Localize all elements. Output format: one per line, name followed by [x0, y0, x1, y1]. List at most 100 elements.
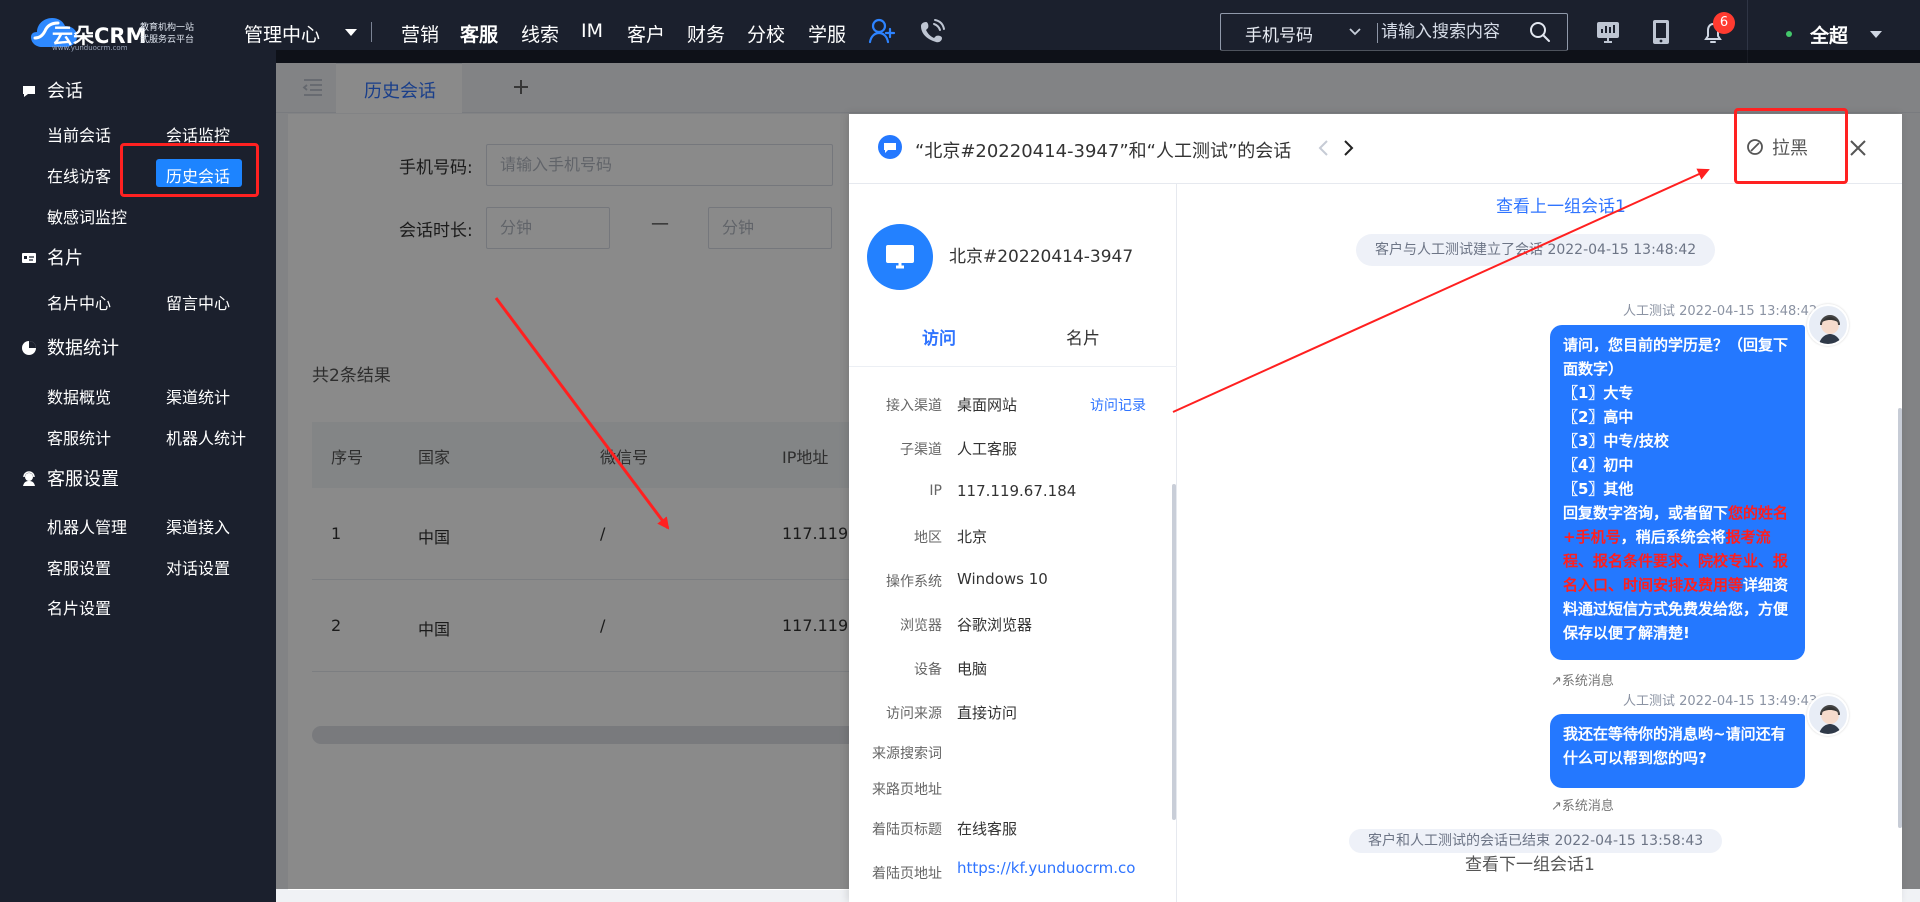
info-value: 117.119.67.184	[957, 482, 1077, 500]
global-search[interactable]: 手机号码	[1220, 13, 1568, 51]
next-session-link[interactable]: 查看下一组会话1	[1465, 850, 1595, 875]
service-icon	[23, 471, 35, 486]
user-menu[interactable]: 全超	[1810, 21, 1848, 48]
tab-visit[interactable]: 访问	[922, 324, 956, 349]
chat-icon	[23, 86, 35, 97]
sidebar-item-current-chat[interactable]: 当前会话	[47, 122, 111, 146]
online-status-icon	[1786, 31, 1792, 37]
info-value: 北京	[957, 528, 988, 546]
highlight-box	[1734, 108, 1848, 184]
info-value: 人工客服	[957, 440, 1018, 458]
sidebar-item-agent-stats[interactable]: 客服统计	[47, 425, 111, 449]
info-label: 接入渠道	[886, 398, 942, 414]
brand-slogan: 教育机构一站 式服务云平台	[140, 23, 195, 45]
brand-logo[interactable]: 云朵CRM 教育机构一站 式服务云平台 www.yunduocrm.com	[28, 10, 208, 54]
sidebar-item-dialog-settings[interactable]: 对话设置	[166, 555, 230, 579]
chevron-down-icon[interactable]	[1347, 23, 1363, 39]
visitor-avatar	[867, 224, 933, 290]
sidebar-item-online-visitors[interactable]: 在线访客	[47, 163, 111, 187]
message-meta: 人工测试 2022-04-15 13:48:42	[1623, 304, 1818, 319]
nav-student-service[interactable]: 学服	[808, 20, 846, 47]
sidebar-item-robot-stats[interactable]: 机器人统计	[166, 425, 246, 449]
info-value: 桌面网站	[957, 396, 1018, 414]
system-message-tag: ↗系统消息	[1551, 799, 1614, 814]
chat-detail-drawer: “北京#20220414-3947”和“人工测试”的会话 拉黑 北京#20220…	[849, 114, 1902, 902]
section-title-card: 名片	[47, 248, 83, 269]
info-row-landing-url: 着陆页地址 https://kf.yunduocrm.co	[849, 858, 1177, 888]
landing-url-link[interactable]: https://kf.yunduocrm.co	[957, 858, 1147, 878]
sidebar-item-robot-management[interactable]: 机器人管理	[47, 514, 127, 538]
sidebar-item-message-center[interactable]: 留言中心	[166, 290, 230, 314]
previous-chevron-icon[interactable]	[1313, 136, 1333, 160]
drawer-title: “北京#20220414-3947”和“人工测试”的会话	[915, 141, 1292, 162]
sidebar-item-data-overview[interactable]: 数据概览	[47, 384, 111, 408]
info-row-region: 地区 北京	[849, 522, 1177, 552]
info-label: 操作系统	[886, 574, 942, 590]
next-chevron-icon[interactable]	[1338, 136, 1358, 160]
info-row-referrer: 来路页地址	[849, 774, 1177, 804]
info-value: 在线客服	[957, 820, 1018, 838]
search-type-select[interactable]: 手机号码	[1245, 21, 1313, 46]
tablet-icon[interactable]	[1646, 17, 1676, 47]
crm-app: 云朵CRM 教育机构一站 式服务云平台 www.yunduocrm.com 管理…	[0, 0, 1920, 902]
info-label: 着陆页地址	[872, 866, 942, 882]
info-row-os: 操作系统 Windows 10	[849, 566, 1177, 596]
previous-session-link[interactable]: 查看上一组会话1	[1496, 192, 1626, 217]
nav-customers[interactable]: 客户	[627, 20, 665, 47]
info-value: Windows 10	[957, 570, 1048, 588]
monitor-icon	[886, 245, 914, 269]
sidebar-item-card-center[interactable]: 名片中心	[47, 290, 111, 314]
visitor-tabs-divider	[849, 366, 1177, 367]
agent-message-bubble: 我还在等待你的消息哟~请问还有 什么可以帮到您的吗?	[1550, 714, 1805, 788]
search-input[interactable]	[1381, 20, 1531, 44]
sidebar-item-card-settings[interactable]: 名片设置	[47, 595, 111, 619]
visitor-panel-scrollbar[interactable]	[1172, 484, 1176, 820]
info-row-subchannel: 子渠道 人工客服	[849, 434, 1177, 464]
system-message-tag: ↗系统消息	[1551, 674, 1614, 689]
nav-leads[interactable]: 线索	[521, 20, 559, 47]
management-center-menu[interactable]: 管理中心	[244, 20, 320, 47]
info-row-device: 设备 电脑	[849, 654, 1177, 684]
visitor-name: 北京#20220414-3947	[949, 247, 1134, 267]
chat-history-panel: 查看上一组会话1 客户与人工测试建立了会话 2022-04-15 13:48:4…	[1178, 184, 1902, 902]
highlight-box	[120, 143, 259, 197]
nav-im[interactable]: IM	[581, 20, 603, 42]
phone-icon[interactable]	[917, 17, 947, 47]
section-title-service-settings: 客服设置	[47, 469, 119, 490]
search-divider	[1377, 23, 1378, 43]
sidebar-item-channel-access[interactable]: 渠道接入	[166, 514, 230, 538]
info-label: IP	[929, 483, 942, 499]
monitor-icon[interactable]	[1593, 17, 1623, 47]
brand-url: www.yunduocrm.com	[52, 44, 128, 52]
add-user-icon[interactable]	[867, 17, 897, 47]
sidebar-item-sensitive-words[interactable]: 敏感词监控	[47, 204, 127, 228]
chevron-down-icon[interactable]	[345, 29, 357, 36]
info-label: 设备	[914, 662, 942, 678]
nav-finance[interactable]: 财务	[687, 20, 725, 47]
close-icon[interactable]	[1847, 137, 1869, 159]
sidebar-item-channel-stats[interactable]: 渠道统计	[166, 384, 230, 408]
search-icon[interactable]	[1528, 20, 1552, 44]
topbar-divider	[371, 22, 372, 42]
agent-message-bubble: 请问，您目前的学历是？（回复下 面数字） 〖1〗大专 〖2〗高中 〖3〗中专/技…	[1550, 325, 1805, 660]
info-value: 直接访问	[957, 704, 1018, 722]
visit-record-link[interactable]: 访问记录	[1090, 395, 1146, 415]
info-row-channel: 接入渠道 桌面网站 访问记录	[849, 390, 1177, 420]
info-row-search-term: 来源搜索词	[849, 738, 1177, 768]
info-label: 访问来源	[886, 706, 942, 722]
agent-headset-icon	[1819, 315, 1841, 344]
visitor-info-panel: 北京#20220414-3947 访问 名片 接入渠道 桌面网站 访问记录 子渠…	[849, 184, 1177, 902]
nav-branch[interactable]: 分校	[747, 20, 785, 47]
tab-card[interactable]: 名片	[1066, 324, 1100, 349]
nav-marketing[interactable]: 营销	[401, 20, 439, 47]
info-label: 地区	[914, 530, 942, 546]
chevron-down-icon[interactable]	[1870, 31, 1882, 38]
card-icon	[22, 253, 36, 263]
agent-avatar	[1807, 694, 1849, 736]
notification-badge: 6	[1713, 12, 1735, 34]
sidebar-item-agent-settings[interactable]: 客服设置	[47, 555, 111, 579]
section-title-chat: 会话	[47, 81, 83, 102]
nav-customer-service[interactable]: 客服	[460, 20, 498, 47]
chat-scrollbar[interactable]	[1898, 408, 1902, 828]
system-message: 客户与人工测试建立了会话 2022-04-15 13:48:42	[1356, 234, 1716, 266]
